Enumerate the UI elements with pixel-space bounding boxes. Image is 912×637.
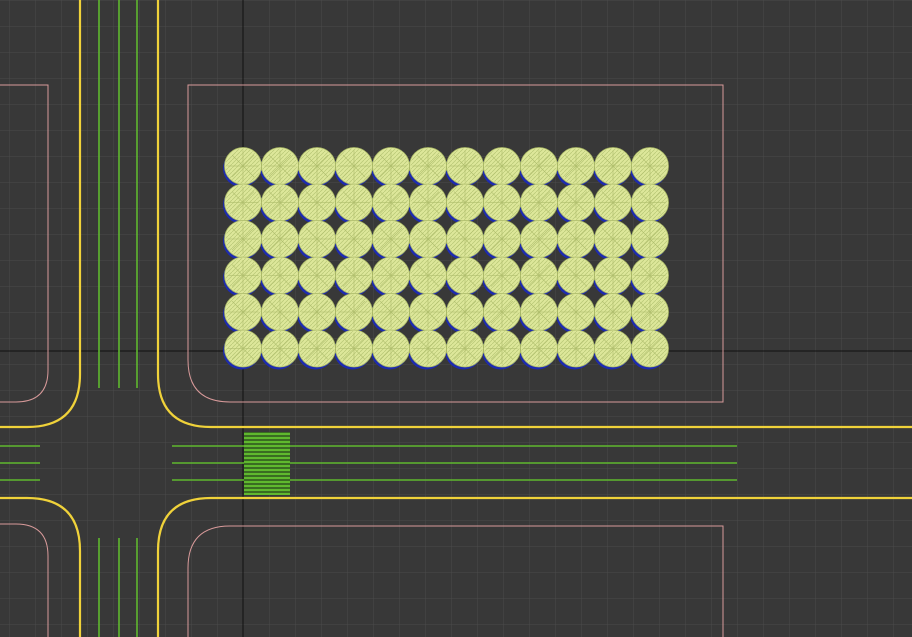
tree-canopy-icon[interactable] (298, 293, 336, 331)
tree-canopy-icon[interactable] (409, 147, 447, 185)
crosswalk[interactable] (244, 432, 290, 495)
tree-canopy-icon[interactable] (557, 256, 595, 295)
tree-canopy-icon[interactable] (520, 220, 558, 258)
tree-canopy-icon[interactable] (594, 293, 632, 331)
tree-canopy-icon[interactable] (520, 293, 558, 331)
tree-canopy-icon[interactable] (335, 329, 373, 368)
tree-canopy-icon[interactable] (446, 293, 484, 331)
tree-canopy-icon[interactable] (372, 256, 410, 295)
tree-canopy-icon[interactable] (261, 329, 299, 368)
tree-canopy-icon[interactable] (631, 183, 669, 222)
tree-canopy-icon[interactable] (224, 256, 262, 295)
tree-canopy-icon[interactable] (261, 147, 299, 185)
tree-canopy-icon[interactable] (483, 256, 521, 295)
tree-canopy-icon[interactable] (409, 293, 447, 331)
scene-canvas[interactable] (0, 0, 912, 637)
tree-canopy-icon[interactable] (298, 256, 336, 295)
tree-canopy-icon[interactable] (261, 293, 299, 331)
tree-canopy-icon[interactable] (298, 147, 336, 185)
tree-canopy-icon[interactable] (409, 220, 447, 258)
tree-canopy-icon[interactable] (298, 183, 336, 222)
tree-canopy-icon[interactable] (520, 256, 558, 295)
tree-canopy-icon[interactable] (261, 183, 299, 222)
tree-canopy-icon[interactable] (298, 329, 336, 368)
tree-canopy-icon[interactable] (483, 329, 521, 368)
tree-canopy-icon[interactable] (631, 329, 669, 368)
tree-canopy-icon[interactable] (631, 220, 669, 258)
tree-canopy-icon[interactable] (557, 147, 595, 185)
tree-canopy-icon[interactable] (372, 147, 410, 185)
tree-canopy-icon[interactable] (409, 256, 447, 295)
tree-canopy-icon[interactable] (261, 220, 299, 258)
tree-canopy-icon[interactable] (446, 147, 484, 185)
tree-canopy-icon[interactable] (446, 220, 484, 258)
tree-canopy-icon[interactable] (483, 147, 521, 185)
tree-canopy-icon[interactable] (335, 147, 373, 185)
tree-canopy-icon[interactable] (335, 183, 373, 222)
tree-canopy-icon[interactable] (335, 293, 373, 331)
tree-canopy-icon[interactable] (557, 220, 595, 258)
tree-canopy-icon[interactable] (224, 220, 262, 258)
tree-canopy-icon[interactable] (372, 183, 410, 222)
tree-canopy-icon[interactable] (483, 220, 521, 258)
tree-canopy-icon[interactable] (409, 183, 447, 222)
tree-canopy-icon[interactable] (594, 220, 632, 258)
tree-canopy-icon[interactable] (557, 329, 595, 368)
tree-canopy-icon[interactable] (224, 293, 262, 331)
tree-canopy-icon[interactable] (520, 329, 558, 368)
tree-canopy-icon[interactable] (372, 220, 410, 258)
tree-canopy-icon[interactable] (224, 183, 262, 222)
tree-canopy-icon[interactable] (409, 329, 447, 368)
tree-canopy-icon[interactable] (446, 329, 484, 368)
tree-canopy-icon[interactable] (483, 183, 521, 222)
tree-canopy-icon[interactable] (594, 256, 632, 295)
tree-canopy-icon[interactable] (520, 183, 558, 222)
tree-canopy-icon[interactable] (483, 293, 521, 331)
tree-canopy-icon[interactable] (261, 256, 299, 295)
tree-canopy-icon[interactable] (372, 329, 410, 368)
tree-canopy-icon[interactable] (335, 256, 373, 295)
3d-viewport[interactable] (0, 0, 912, 637)
tree-canopy-icon[interactable] (631, 147, 669, 185)
tree-canopy-icon[interactable] (631, 293, 669, 331)
tree-canopy-icon[interactable] (298, 220, 336, 258)
tree-canopy-icon[interactable] (446, 256, 484, 295)
tree-canopy-icon[interactable] (557, 183, 595, 222)
tree-canopy-icon[interactable] (594, 329, 632, 368)
tree-canopy-icon[interactable] (594, 183, 632, 222)
tree-canopy-icon[interactable] (224, 329, 262, 368)
tree-canopy-icon[interactable] (520, 147, 558, 185)
tree-canopy-icon[interactable] (631, 256, 669, 295)
tree-canopy-icon[interactable] (372, 293, 410, 331)
tree-canopy-icon[interactable] (335, 220, 373, 258)
tree-canopy-icon[interactable] (224, 147, 262, 185)
tree-canopy-icon[interactable] (446, 183, 484, 222)
tree-canopy-icon[interactable] (557, 293, 595, 331)
tree-canopy-icon[interactable] (594, 147, 632, 185)
